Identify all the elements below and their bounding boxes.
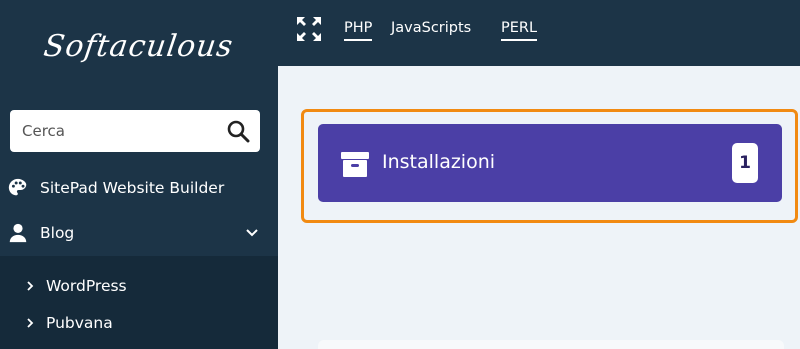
top-navbar: PHP JavaScripts PERL	[278, 0, 800, 66]
submenu-item-pubvana[interactable]: Pubvana	[0, 305, 278, 341]
logo[interactable]: Softaculous	[0, 0, 278, 92]
search-input[interactable]	[10, 110, 220, 152]
search-box	[10, 110, 260, 152]
content-card	[318, 340, 784, 349]
tab-php[interactable]: PHP	[344, 20, 373, 41]
tab-perl[interactable]: PERL	[501, 20, 538, 41]
chevron-down-icon[interactable]	[244, 225, 260, 241]
installations-label: Installazioni	[382, 151, 496, 173]
installations-count-badge: 1	[732, 143, 758, 183]
sidebar-item-blog[interactable]: Blog	[0, 213, 278, 253]
submenu-item-wordpress[interactable]: WordPress	[0, 268, 278, 304]
submenu-item-label: WordPress	[46, 277, 127, 295]
archive-icon	[341, 152, 369, 177]
chevron-right-icon	[27, 318, 34, 328]
logo-text: Softaculous	[41, 28, 237, 64]
sidebar-item-label: SitePad Website Builder	[40, 179, 225, 197]
sidebar-item-label: Blog	[40, 224, 75, 242]
submenu-item-label: Pubvana	[46, 314, 113, 332]
chevron-right-icon	[27, 281, 34, 291]
installations-card[interactable]: Installazioni 1	[318, 124, 782, 202]
expand-icon[interactable]	[296, 16, 322, 42]
sidebar-item-sitepad[interactable]: SitePad Website Builder	[0, 168, 278, 208]
user-icon	[6, 221, 30, 245]
sidebar: Softaculous SitePad Website Builder	[0, 0, 278, 349]
blog-submenu: WordPress Pubvana	[0, 256, 278, 349]
search-icon[interactable]	[226, 119, 250, 143]
palette-icon	[6, 176, 30, 200]
tab-javascripts[interactable]: JavaScripts	[391, 20, 471, 39]
